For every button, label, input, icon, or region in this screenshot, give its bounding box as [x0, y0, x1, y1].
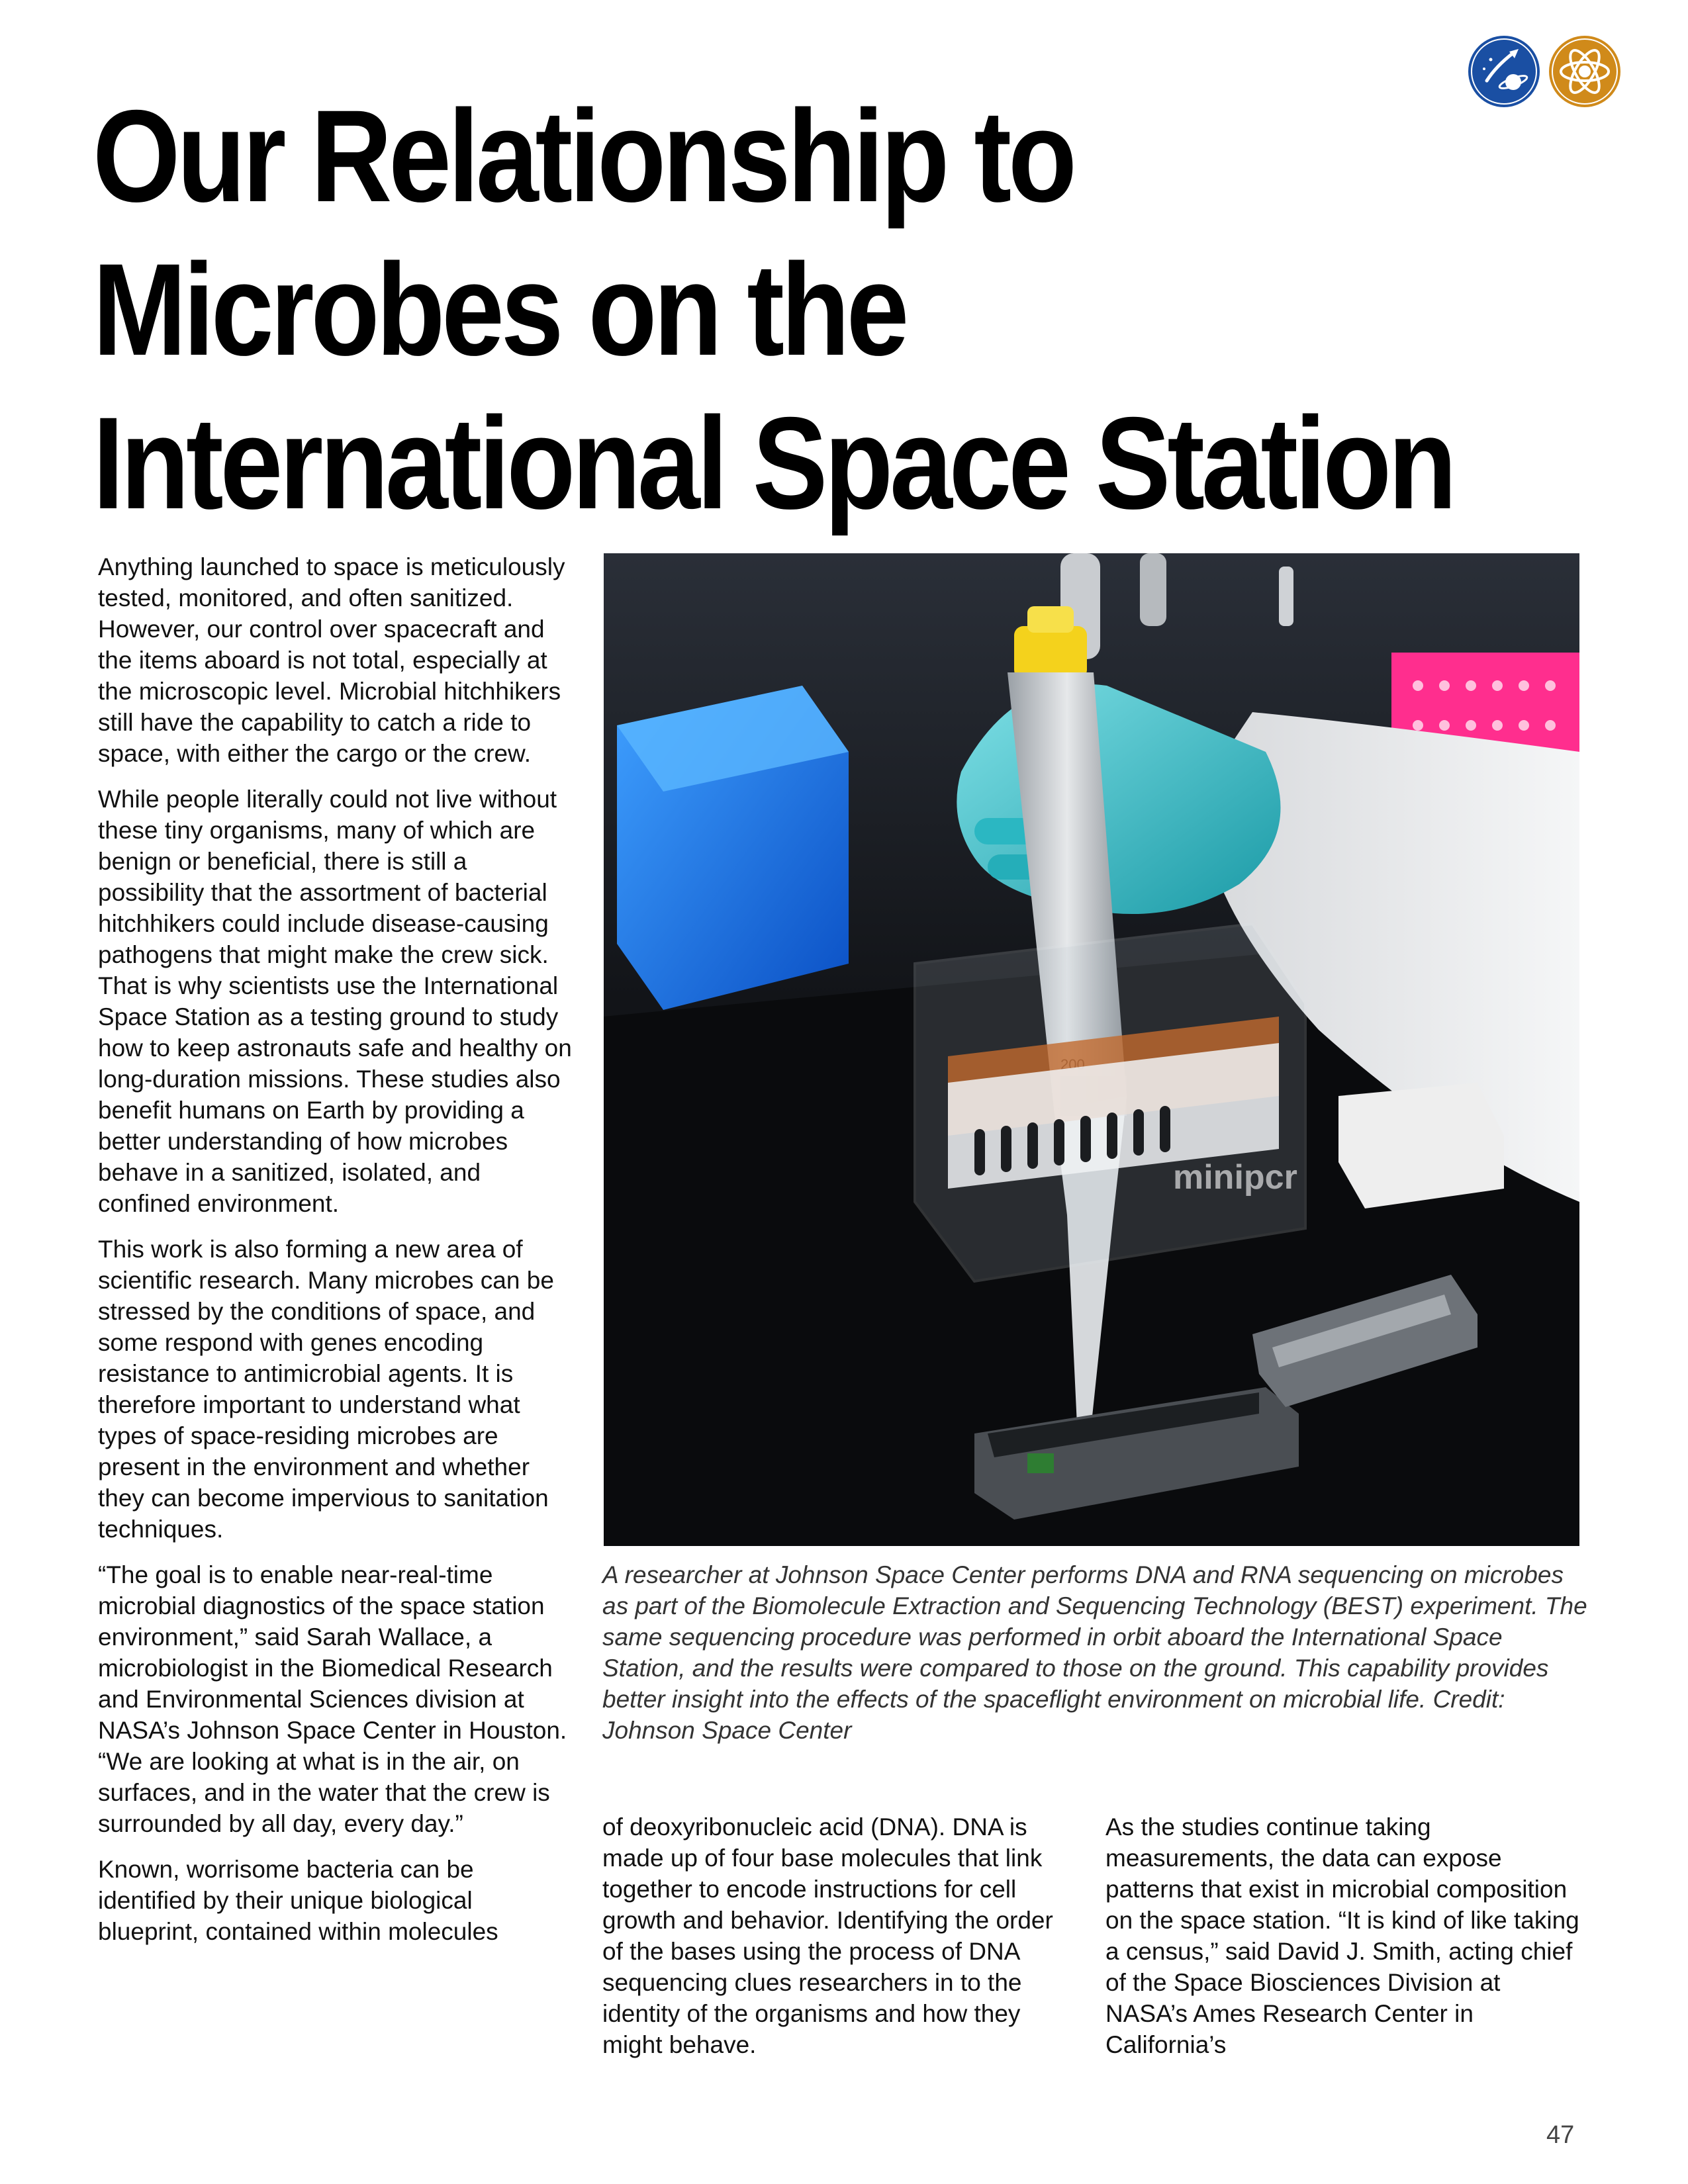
- atom-icon: [1548, 34, 1622, 109]
- photo-caption: A researcher at Johnson Space Center per…: [602, 1561, 1587, 1744]
- title-line: Microbes on the: [93, 236, 909, 383]
- page-title: Our Relationship to Microbes on the Inte…: [93, 79, 1457, 540]
- body-paragraph: While people literally could not live wi…: [98, 786, 572, 1217]
- body-paragraph: As the studies continue taking measureme…: [1105, 1813, 1579, 2058]
- right-text-column: As the studies continue taking measureme…: [1105, 1811, 1582, 2075]
- middle-text-column: of deoxyribonucleic acid (DNA). DNA is m…: [602, 1811, 1079, 2075]
- page-number: 47: [1546, 2121, 1575, 2149]
- device-brand-label: minipcr: [1173, 1158, 1297, 1197]
- space-exploration-icon: [1467, 34, 1541, 109]
- left-text-column: Anything launched to space is meticulous…: [98, 551, 575, 1962]
- lab-photo: 200 minipcr: [604, 553, 1579, 1546]
- body-paragraph: of deoxyribonucleic acid (DNA). DNA is m…: [602, 1813, 1053, 2058]
- title-line: Our Relationship to: [93, 83, 1077, 229]
- body-paragraph: Anything launched to space is meticulous…: [98, 553, 565, 767]
- body-paragraph: Known, worrisome bacteria can be identif…: [98, 1856, 498, 1945]
- document-page: Our Relationship to Microbes on the Inte…: [0, 0, 1688, 2184]
- body-paragraph: “The goal is to enable near-real-time mi…: [98, 1561, 567, 1837]
- body-paragraph: This work is also forming a new area of …: [98, 1236, 554, 1543]
- title-line: International Space Station: [93, 390, 1457, 536]
